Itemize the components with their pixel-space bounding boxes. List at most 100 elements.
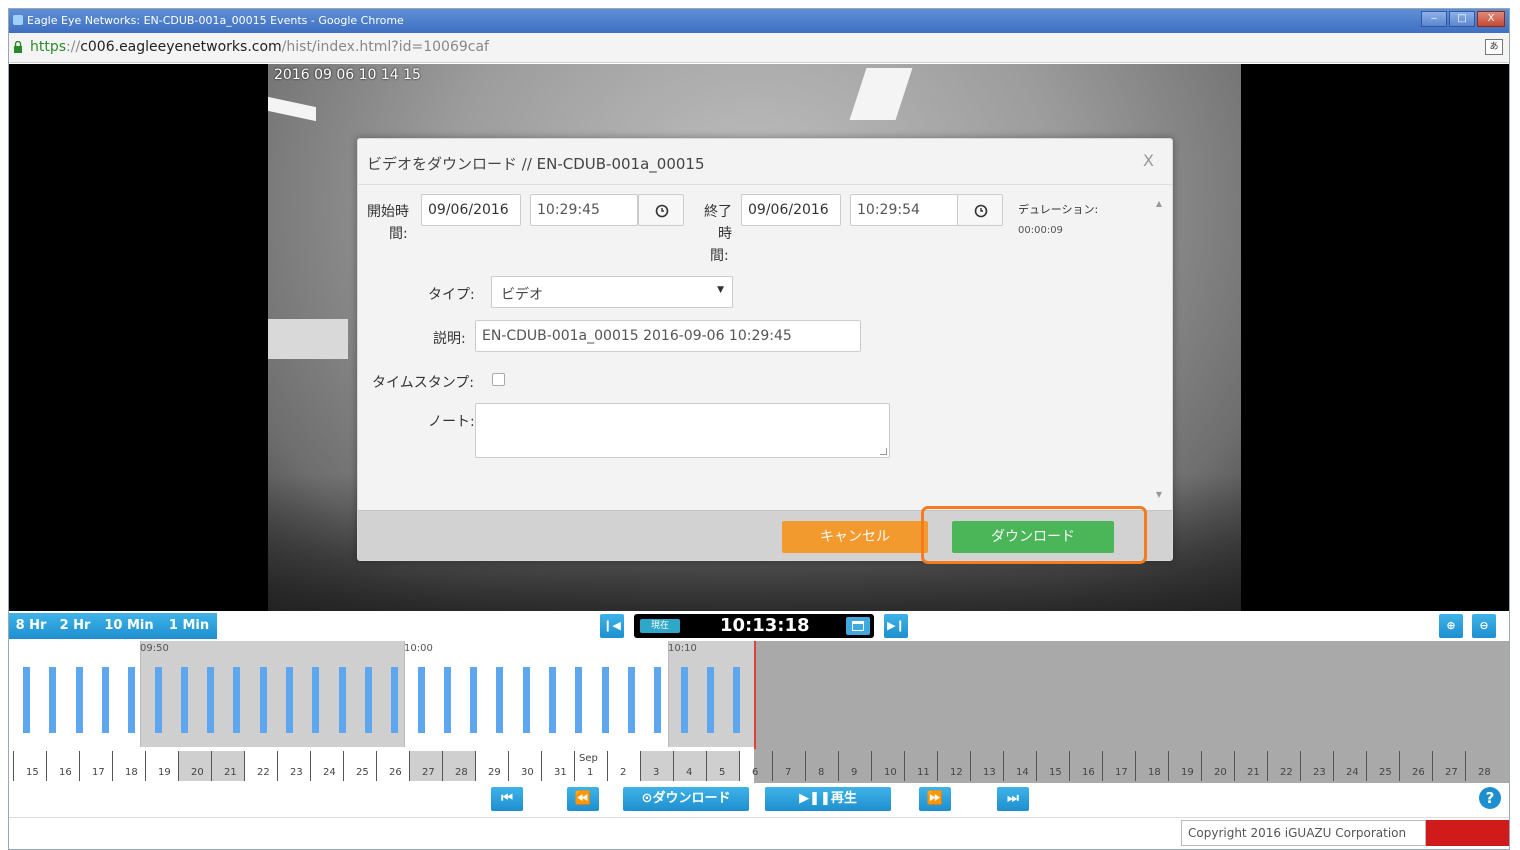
recording-segment[interactable] [286,667,293,733]
day-cell[interactable]: 21 [1234,751,1267,781]
recording-segment[interactable] [522,667,530,733]
timestamp-checkbox[interactable] [492,373,505,386]
description-input[interactable]: EN-CDUB-001a_00015 2016-09-06 10:29:45 [475,320,861,352]
day-cell[interactable]: 17 [1102,751,1135,781]
recording-segment[interactable] [706,667,714,733]
start-date-input[interactable]: 09/06/2016 [421,194,521,226]
day-cell[interactable]: 22 [1267,751,1300,781]
type-select[interactable]: ビデオ ▼ [491,276,733,308]
range-1min-button[interactable]: 1 Min [161,613,217,639]
recording-segment[interactable] [259,667,267,733]
range-2hr-button[interactable]: 2 Hr [53,613,97,639]
recording-segment[interactable] [601,667,609,733]
recording-segment[interactable] [207,667,215,733]
day-cell[interactable]: 16 [1069,751,1102,781]
recording-segment[interactable] [364,667,372,733]
end-time-picker-button[interactable] [957,194,1003,226]
scroll-up-arrow-icon[interactable]: ▲ [1156,199,1162,208]
recording-segment[interactable] [549,667,556,733]
day-cell[interactable]: 2 [607,751,640,781]
day-cell[interactable]: 27 [409,751,442,781]
url-text[interactable]: https://c006.eagleeyenetworks.com/hist/i… [30,39,489,55]
now-badge[interactable]: 現在 [640,619,680,633]
day-cell[interactable]: 24 [310,751,343,781]
recording-segment[interactable] [575,667,583,733]
day-cell[interactable]: 23 [1300,751,1333,781]
day-cell[interactable]: 19 [145,751,178,781]
skip-to-end-icon[interactable]: ⏭ [997,787,1029,811]
close-window-button[interactable]: X [1477,11,1505,27]
day-cell[interactable]: 25 [343,751,376,781]
address-bar[interactable]: https://c006.eagleeyenetworks.com/hist/i… [9,33,1509,63]
day-cell[interactable]: 8 [805,751,838,781]
zoom-out-icon[interactable]: ⊖ [1472,614,1496,638]
day-cell[interactable]: 12 [937,751,970,781]
recording-segment[interactable] [180,667,188,733]
end-date-input[interactable]: 09/06/2016 [741,194,841,226]
day-cell[interactable]: 14 [1003,751,1036,781]
day-cell[interactable]: 16 [46,751,79,781]
recording-segment[interactable] [101,667,109,733]
recording-segment[interactable] [417,667,425,733]
day-cell[interactable]: 9 [838,751,871,781]
day-scale[interactable]: 15 16 17 18 19 20 21 22 23 24 25 26 27 28 29 30 31 Sep 1 2 3… [9,749,1509,783]
day-cell[interactable]: 6 [739,751,772,781]
recording-segment[interactable] [680,667,688,733]
day-cell[interactable]: 20 [1201,751,1234,781]
range-8hr-button[interactable]: 8 Hr [9,613,53,639]
recording-segment[interactable] [470,667,478,733]
zoom-in-icon[interactable]: ⊕ [1439,614,1463,638]
skip-to-start-icon[interactable]: ⏮ [491,787,523,811]
recording-segment[interactable] [338,667,346,733]
jump-end-icon[interactable]: ▶❙ [884,614,908,638]
start-time-input[interactable]: 10:29:45 [530,194,638,226]
recordings-timeline[interactable]: 09:50 10:00 10:10 [9,641,1509,749]
day-cell[interactable]: 15 [13,751,46,781]
recording-segment[interactable] [496,667,504,733]
day-cell[interactable]: 18 [112,751,145,781]
dialog-close-button[interactable]: X [1143,151,1154,170]
day-cell[interactable]: 23 [277,751,310,781]
day-cell[interactable]: 31 [541,751,574,781]
day-cell[interactable]: 26 [1399,751,1432,781]
play-pause-button[interactable]: ▶❚❚再生 [765,787,891,811]
recording-segment[interactable] [312,667,320,733]
recording-segment[interactable] [654,667,662,733]
recording-segment[interactable] [49,667,57,733]
help-icon[interactable]: ? [1479,787,1501,809]
recording-segment[interactable] [154,667,162,733]
day-cell[interactable]: 25 [1366,751,1399,781]
day-cell[interactable]: 28 [1465,751,1498,781]
translate-icon[interactable]: あ [1485,39,1503,55]
range-10min-button[interactable]: 10 Min [97,613,161,639]
recording-segment[interactable] [627,667,635,733]
recording-segment[interactable] [23,667,30,733]
recording-segment[interactable] [443,667,451,733]
scroll-down-arrow-icon[interactable]: ▼ [1156,490,1162,499]
day-cell[interactable]: 18 [1135,751,1168,781]
resize-grip-icon[interactable] [880,448,887,455]
minimize-button[interactable]: ‒ [1421,11,1447,27]
recording-segment[interactable] [733,667,741,733]
jump-start-icon[interactable]: ❙◀ [600,614,624,638]
day-cell[interactable]: 11 [904,751,937,781]
day-cell[interactable]: 10 [871,751,904,781]
day-cell[interactable]: 29 [475,751,508,781]
day-cell[interactable]: 4 [673,751,706,781]
recording-segment[interactable] [75,667,83,733]
playback-download-button[interactable]: ⊙ダウンロード [623,787,749,811]
end-time-input[interactable]: 10:29:54 [850,194,958,226]
recording-segment[interactable] [128,667,136,733]
rewind-icon[interactable]: ⏪ [567,787,599,811]
recording-segment[interactable] [391,667,399,733]
note-textarea[interactable] [475,403,890,458]
day-cell[interactable]: 15 [1036,751,1069,781]
day-cell[interactable]: 5 [706,751,739,781]
recording-segment[interactable] [233,667,241,733]
day-cell[interactable]: 13 [970,751,1003,781]
cancel-button[interactable]: キャンセル [782,521,928,553]
start-time-picker-button[interactable] [638,194,684,226]
day-cell[interactable]: 26 [376,751,409,781]
day-cell[interactable]: 27 [1432,751,1465,781]
maximize-button[interactable]: □ [1449,11,1475,27]
